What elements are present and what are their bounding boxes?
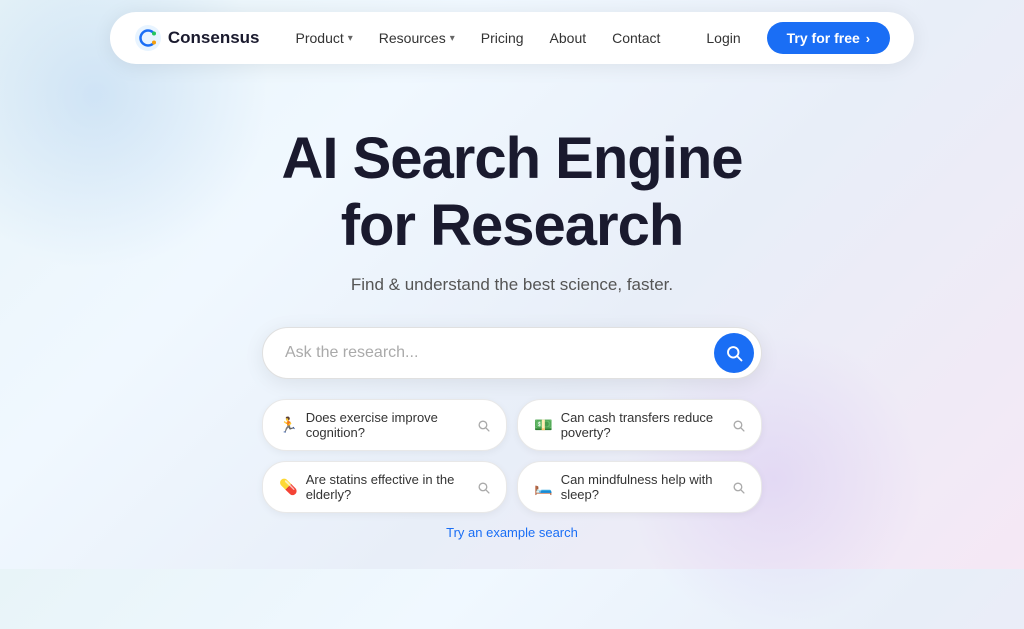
chip-cash[interactable]: 💵 Can cash transfers reduce poverty? <box>517 399 762 451</box>
resources-chevron-icon: ▾ <box>450 33 455 44</box>
navbar: Consensus Product ▾ Resources ▾ Pricing … <box>0 0 1024 76</box>
nav-item-resources[interactable]: Resources ▾ <box>367 24 467 52</box>
chip-mindfulness-text: Can mindfulness help with sleep? <box>561 472 724 502</box>
logo-text: Consensus <box>168 28 260 48</box>
search-input[interactable] <box>262 327 762 379</box>
chip-mindfulness-emoji: 🛏️ <box>534 478 553 496</box>
hero-section: AI Search Engine for Research Find & und… <box>0 76 1024 540</box>
product-chevron-icon: ▾ <box>348 33 353 44</box>
chip-statins-search-icon <box>477 481 490 494</box>
chip-mindfulness[interactable]: 🛏️ Can mindfulness help with sleep? <box>517 461 762 513</box>
chip-exercise-emoji: 🏃 <box>279 416 298 434</box>
chip-exercise-text: Does exercise improve cognition? <box>306 410 469 440</box>
nav-actions: Login Try for free › <box>688 22 890 54</box>
chip-mindfulness-search-icon <box>732 481 745 494</box>
try-button-arrow-icon: › <box>866 31 870 46</box>
logo-area[interactable]: Consensus <box>134 24 260 52</box>
chip-statins-emoji: 💊 <box>279 478 298 496</box>
consensus-logo-icon <box>134 24 162 52</box>
nav-links: Product ▾ Resources ▾ Pricing About Cont… <box>284 24 673 52</box>
chip-statins-text: Are statins effective in the elderly? <box>306 472 469 502</box>
hero-subtitle: Find & understand the best science, fast… <box>351 275 673 295</box>
chip-exercise-search-icon <box>477 419 490 432</box>
hero-title: AI Search Engine for Research <box>281 126 742 259</box>
chip-cash-search-icon <box>732 419 745 432</box>
navbar-inner: Consensus Product ▾ Resources ▾ Pricing … <box>110 12 914 64</box>
nav-item-product[interactable]: Product ▾ <box>284 24 365 52</box>
chip-statins[interactable]: 💊 Are statins effective in the elderly? <box>262 461 507 513</box>
search-container <box>262 327 762 379</box>
nav-item-about[interactable]: About <box>538 24 599 52</box>
search-button[interactable] <box>714 333 754 373</box>
try-for-free-button[interactable]: Try for free › <box>767 22 890 54</box>
chip-cash-text: Can cash transfers reduce poverty? <box>561 410 724 440</box>
nav-item-contact[interactable]: Contact <box>600 24 672 52</box>
login-button[interactable]: Login <box>688 23 758 53</box>
nav-item-pricing[interactable]: Pricing <box>469 24 536 52</box>
chip-exercise[interactable]: 🏃 Does exercise improve cognition? <box>262 399 507 451</box>
try-example-link[interactable]: Try an example search <box>446 525 578 540</box>
example-chips-grid: 🏃 Does exercise improve cognition? 💵 Can… <box>262 399 762 513</box>
search-icon <box>725 344 743 362</box>
chip-cash-emoji: 💵 <box>534 416 553 434</box>
